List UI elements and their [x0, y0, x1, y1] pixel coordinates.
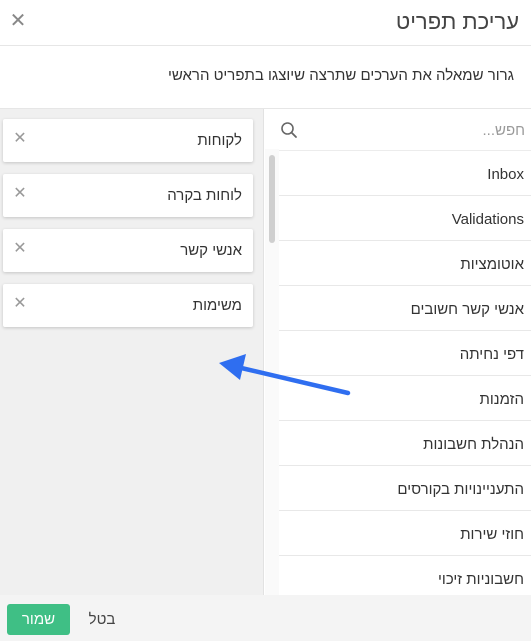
available-item[interactable]: דפי נחיתה — [279, 331, 531, 376]
scrollbar-thumb[interactable] — [269, 155, 275, 243]
available-item-label: Validations — [451, 211, 524, 228]
selected-item-label: לקוחות — [197, 132, 242, 149]
available-item-label: חשבוניות זיכוי — [438, 571, 524, 588]
dialog-title: עריכת תפריט — [395, 9, 519, 34]
available-item-label: אוטומציות — [460, 256, 524, 273]
available-item-label: התעניינויות בקורסים — [397, 481, 524, 498]
dialog-header: עריכת תפריט ✕ — [0, 0, 531, 46]
available-item[interactable]: אוטומציות — [279, 241, 531, 286]
instructions-text: גרור שמאלה את הערכים שתרצה שיוצגו בתפריט… — [167, 67, 514, 84]
selected-item[interactable]: לוחות בקרה ✕ — [3, 174, 253, 217]
search-input[interactable] — [303, 117, 525, 143]
selected-item-label: משימות — [192, 297, 242, 314]
selected-item[interactable]: לקוחות ✕ — [3, 119, 253, 162]
cancel-button[interactable]: בטל — [80, 604, 124, 635]
remove-icon[interactable]: ✕ — [13, 131, 27, 147]
remove-icon[interactable]: ✕ — [13, 241, 27, 257]
selected-menu-panel: לקוחות ✕ לוחות בקרה ✕ אנשי קשר ✕ משימות … — [0, 109, 264, 596]
available-item[interactable]: הזמנות — [279, 376, 531, 421]
dialog-footer: שמור בטל — [0, 595, 531, 641]
available-item-label: דפי נחיתה — [459, 346, 524, 363]
available-item[interactable]: הנהלת חשבונות — [279, 421, 531, 466]
remove-icon[interactable]: ✕ — [13, 186, 27, 202]
search-icon[interactable] — [280, 121, 298, 139]
available-item-label: חוזי שירות — [460, 526, 524, 543]
available-item-label: אנשי קשר חשובים — [410, 301, 524, 318]
selected-item-label: לוחות בקרה — [167, 187, 242, 204]
close-icon[interactable]: ✕ — [9, 11, 27, 31]
available-item-label: Inbox — [487, 166, 524, 183]
selected-item-label: אנשי קשר — [180, 242, 242, 259]
available-item-label: הנהלת חשבונות — [423, 436, 524, 453]
available-item[interactable]: התעניינויות בקורסים — [279, 466, 531, 511]
available-menu-panel: Inbox Validations אוטומציות אנשי קשר חשו… — [265, 109, 531, 601]
selected-item[interactable]: משימות ✕ — [3, 284, 253, 327]
remove-icon[interactable]: ✕ — [13, 296, 27, 312]
search-bar — [265, 109, 531, 151]
available-item[interactable]: אנשי קשר חשובים — [279, 286, 531, 331]
available-item[interactable]: חוזי שירות — [279, 511, 531, 556]
available-item[interactable]: Inbox — [279, 151, 531, 196]
selected-item[interactable]: אנשי קשר ✕ — [3, 229, 253, 272]
available-items-list: Inbox Validations אוטומציות אנשי קשר חשו… — [279, 151, 531, 601]
available-item-label: הזמנות — [479, 391, 524, 408]
available-item[interactable]: Validations — [279, 196, 531, 241]
save-button[interactable]: שמור — [7, 604, 70, 635]
menu-editor: לקוחות ✕ לוחות בקרה ✕ אנשי קשר ✕ משימות … — [0, 108, 531, 601]
instructions-area: גרור שמאלה את הערכים שתרצה שיוצגו בתפריט… — [0, 46, 531, 108]
